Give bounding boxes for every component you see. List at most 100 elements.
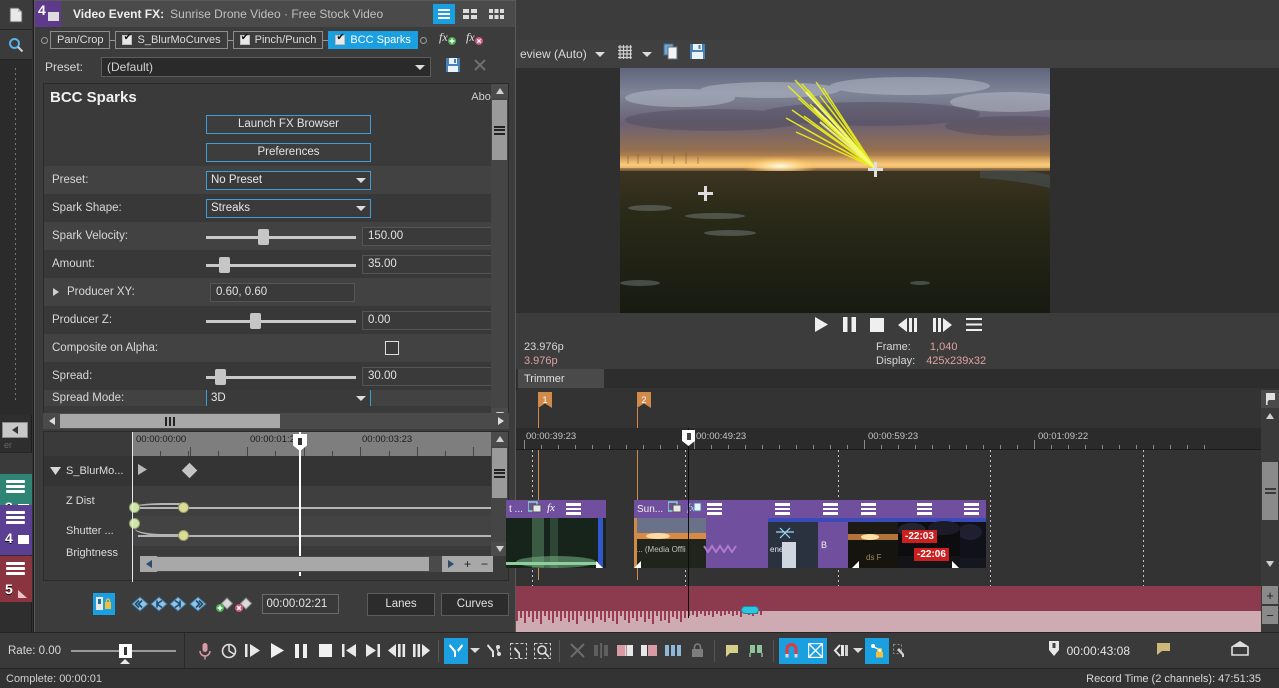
fx-add-icon[interactable]: fx xyxy=(439,29,456,51)
previous-frame-icon[interactable] xyxy=(385,638,409,664)
collapse-arrow-icon[interactable] xyxy=(50,462,61,480)
spread-value[interactable]: 30.00 xyxy=(362,366,507,386)
sync-lock-icon[interactable] xyxy=(93,593,115,615)
pause-icon[interactable] xyxy=(289,638,313,664)
play-icon[interactable] xyxy=(814,317,829,337)
track-menu-icon[interactable] xyxy=(6,562,25,578)
first-keyframe-icon[interactable] xyxy=(130,593,149,615)
play-icon[interactable] xyxy=(265,638,289,664)
play-param-icon[interactable] xyxy=(138,462,147,480)
next-keyframe-icon[interactable] xyxy=(169,593,188,615)
chevron-down-icon[interactable] xyxy=(641,51,652,57)
auto-ripple-dropdown-icon[interactable] xyxy=(851,638,865,664)
previous-keyframe-icon[interactable] xyxy=(150,593,169,615)
track-menu-icon[interactable] xyxy=(6,511,25,527)
producer-z-slider[interactable] xyxy=(206,311,356,330)
keyframe-row-parent[interactable]: S_BlurMo... xyxy=(44,456,493,486)
scroll-right-icon[interactable] xyxy=(492,413,509,429)
keyframe-lane-zdist[interactable] xyxy=(129,486,493,516)
scroll-right-icon[interactable] xyxy=(442,556,459,572)
loop-icon[interactable] xyxy=(217,638,241,664)
fx-chain-item-bccsparks[interactable]: BCC Sparks xyxy=(328,31,418,49)
event-fx-icon[interactable]: fx xyxy=(687,500,702,518)
add-marker-icon[interactable] xyxy=(1261,390,1279,408)
list-view-icon[interactable] xyxy=(433,4,455,24)
grid-view-icon[interactable] xyxy=(459,4,481,24)
scroll-left-icon[interactable] xyxy=(43,413,60,429)
fade-icon[interactable] xyxy=(637,638,661,664)
zoom-edit-tool-icon[interactable] xyxy=(530,638,554,664)
preset-combo[interactable]: (Default) xyxy=(101,57,431,77)
keyframe-node[interactable] xyxy=(178,502,189,513)
loop-region-icon[interactable] xyxy=(1156,642,1171,660)
play-from-start-icon[interactable] xyxy=(241,638,265,664)
fade-handle[interactable] xyxy=(952,561,959,568)
track-header-4[interactable]: 4 xyxy=(0,505,32,555)
chain-output-node[interactable] xyxy=(419,36,427,44)
spread-slider[interactable] xyxy=(206,367,356,386)
scroll-up-icon[interactable] xyxy=(1261,410,1279,422)
plugin-preset-combo[interactable]: No Preset xyxy=(206,170,371,190)
ignore-grouping-icon[interactable] xyxy=(889,638,913,664)
rate-slider[interactable] xyxy=(71,641,177,664)
enable-snapping-icon[interactable] xyxy=(779,637,803,664)
composite-on-alpha-checkbox[interactable] xyxy=(385,341,399,355)
preview-frame[interactable] xyxy=(620,68,1050,313)
save-icon[interactable] xyxy=(445,57,461,78)
last-keyframe-icon[interactable] xyxy=(188,593,207,615)
timeline-marker-1[interactable]: 1 xyxy=(538,392,552,580)
timeline-ruler[interactable]: 00:00:39:23 00:00:49:23 00:00:59:23 00:0… xyxy=(516,428,1261,450)
spark-origin-crosshair-icon[interactable] xyxy=(868,162,883,177)
launch-fx-browser-button[interactable]: Launch FX Browser xyxy=(206,114,371,134)
timeline-clip[interactable]: B xyxy=(818,500,848,568)
checkbox-icon[interactable] xyxy=(122,32,133,45)
timeline-marker-2[interactable]: 2 xyxy=(637,392,651,580)
timeline-zoom-in-button[interactable]: + xyxy=(1262,586,1278,604)
plugin-panel-hscroll-thumb[interactable] xyxy=(60,414,280,428)
preferences-button[interactable]: Preferences xyxy=(206,142,371,162)
spark-velocity-slider[interactable] xyxy=(206,227,356,246)
keyframe-node[interactable] xyxy=(129,518,140,529)
scroll-left-button[interactable] xyxy=(2,422,28,438)
thumbnail-view-icon[interactable] xyxy=(485,4,507,24)
scroll-down-icon[interactable] xyxy=(1261,558,1279,570)
keyframe-marker[interactable] xyxy=(181,462,198,479)
event-menu-icon[interactable] xyxy=(917,501,932,517)
keyframe-hscroll-thumb[interactable] xyxy=(157,557,429,571)
stop-icon[interactable] xyxy=(313,638,337,664)
search-icon[interactable] xyxy=(0,30,32,60)
keyframe-hscrollbar[interactable]: + − xyxy=(140,556,493,572)
scroll-up-icon[interactable] xyxy=(491,432,508,446)
copy-snapshot-icon[interactable] xyxy=(663,43,680,65)
home-view-icon[interactable] xyxy=(1231,640,1249,661)
timeline-clip-selected[interactable]: Sun... fx ... (Media Offli xyxy=(634,500,756,568)
cursor-timecode[interactable]: 00:00:43:08 xyxy=(1067,644,1130,658)
plugin-panel-vscroll-thumb[interactable] xyxy=(492,100,507,160)
preview-menu-icon[interactable] xyxy=(965,318,982,336)
delete-keyframe-icon[interactable] xyxy=(234,593,253,615)
fx-chain-item-pancrop[interactable]: Pan/Crop xyxy=(50,31,111,49)
crossfade-icon[interactable] xyxy=(613,638,637,664)
spark-shape-combo[interactable]: Streaks xyxy=(206,198,371,218)
fade-handle[interactable] xyxy=(852,561,859,568)
timeline-vscroll-thumb[interactable] xyxy=(1262,462,1278,520)
next-frame-icon[interactable] xyxy=(932,317,952,337)
fx-chain-item-pinchpunch[interactable]: Pinch/Punch xyxy=(232,31,324,49)
tab-trimmer[interactable]: Trimmer xyxy=(518,369,604,388)
expand-arrow-icon[interactable] xyxy=(53,288,59,296)
lock-envelopes-icon[interactable] xyxy=(865,637,889,664)
event-menu-icon[interactable] xyxy=(775,501,790,517)
timeline-clip[interactable]: ds F xyxy=(848,500,898,568)
event-pan-crop-icon[interactable] xyxy=(667,500,682,518)
stop-icon[interactable] xyxy=(869,317,884,337)
next-frame-icon[interactable] xyxy=(409,638,433,664)
record-icon[interactable] xyxy=(193,638,217,664)
spread-mode-combo[interactable]: 3D xyxy=(206,390,371,406)
audio-envelope-point[interactable] xyxy=(741,606,759,614)
zoom-in-timeline-button[interactable]: + xyxy=(459,556,476,572)
producer-xy-value[interactable]: 0.60, 0.60 xyxy=(210,282,355,302)
auto-ripple-icon[interactable] xyxy=(827,638,851,664)
normal-edit-tool-icon[interactable] xyxy=(444,637,468,664)
previous-frame-icon[interactable] xyxy=(897,317,918,337)
selection-edit-tool-icon[interactable] xyxy=(506,638,530,664)
